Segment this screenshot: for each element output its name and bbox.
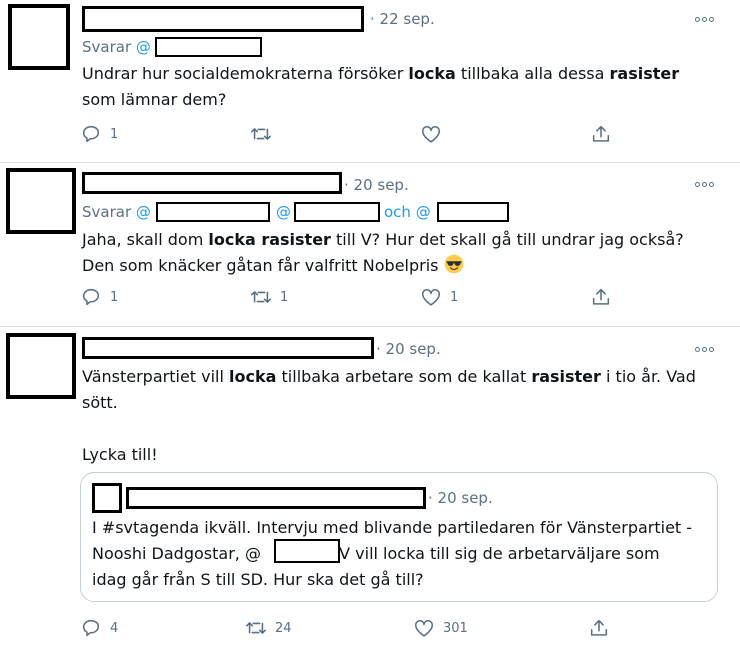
quoted-tweet-text: I #svtagenda ikväll. Intervju med blivan… <box>92 518 693 589</box>
reply-icon <box>82 125 100 143</box>
tweet-date[interactable]: · 20 sep. <box>376 340 441 358</box>
quoted-tweet-date[interactable]: · 20 sep. <box>428 489 493 507</box>
like-icon <box>414 619 434 637</box>
highlight-term: locka <box>408 64 456 83</box>
reply-handle[interactable]: och @ <box>384 203 431 221</box>
like-count: 1 <box>450 289 459 305</box>
share-button[interactable] <box>590 285 612 309</box>
reply-handle[interactable]: @ <box>276 203 291 221</box>
like-button[interactable]: 1 <box>420 285 458 309</box>
tweet-text: Jaha, skall dom locka rasister till V? H… <box>82 230 684 275</box>
like-button[interactable] <box>420 122 450 146</box>
share-icon <box>590 619 608 636</box>
more-options-icon[interactable] <box>695 15 717 23</box>
like-icon <box>421 288 441 306</box>
quoted-mention-redacted[interactable] <box>274 539 340 563</box>
quoted-author-redacted[interactable] <box>126 487 426 509</box>
replying-to-label: Svarar <box>82 38 132 56</box>
retweet-count: 24 <box>275 620 292 636</box>
like-count: 301 <box>443 620 468 636</box>
retweet-icon <box>251 128 271 140</box>
sunglasses-emoji-icon <box>444 254 463 274</box>
reply-handle[interactable]: @ <box>136 38 151 56</box>
retweet-icon <box>246 622 266 634</box>
reply-count: 1 <box>110 289 119 305</box>
highlight-term: locka rasister <box>208 230 331 249</box>
reply-count: 1 <box>110 126 119 142</box>
reply-button[interactable]: 1 <box>80 285 118 309</box>
tweet-actions: 1 <box>80 122 720 146</box>
reply-button[interactable]: 4 <box>80 616 118 640</box>
reply-handle-redacted[interactable] <box>294 202 380 222</box>
avatar-redacted[interactable] <box>8 4 70 70</box>
retweet-icon <box>251 291 271 303</box>
retweet-button[interactable]: 24 <box>245 616 292 640</box>
reply-count: 4 <box>110 620 119 636</box>
retweet-button[interactable]: 1 <box>250 285 288 309</box>
tweet-text: Vänsterpartiet vill locka tillbaka arbet… <box>82 367 696 464</box>
like-button[interactable]: 301 <box>413 616 468 640</box>
retweet-button[interactable] <box>250 122 280 146</box>
author-name-redacted[interactable] <box>82 172 342 194</box>
replying-to-label: Svarar <box>82 203 132 221</box>
author-name-redacted[interactable] <box>82 6 364 32</box>
like-icon <box>421 125 441 143</box>
highlight-term: rasister <box>531 367 601 386</box>
share-icon <box>592 288 610 305</box>
reply-handle-redacted[interactable] <box>156 202 270 222</box>
reply-handle-redacted[interactable] <box>437 202 509 222</box>
share-button[interactable] <box>590 122 612 146</box>
replying-to: Svarar @ <box>82 203 151 221</box>
share-icon <box>592 125 610 142</box>
tweet-actions: 1 1 1 <box>80 285 720 309</box>
reply-button[interactable]: 1 <box>80 122 118 146</box>
reply-handle[interactable]: @ <box>136 203 151 221</box>
quoted-avatar-redacted[interactable] <box>92 483 122 513</box>
share-button[interactable] <box>588 616 610 640</box>
reply-handle-redacted[interactable] <box>155 37 262 57</box>
avatar-redacted[interactable] <box>6 333 76 399</box>
more-options-icon[interactable] <box>695 180 717 188</box>
tweet-date[interactable]: · 20 sep. <box>344 176 409 194</box>
retweet-count: 1 <box>280 289 289 305</box>
tweet-date[interactable]: · 22 sep. <box>370 10 435 28</box>
replying-to: Svarar @ <box>82 38 151 56</box>
avatar-redacted[interactable] <box>6 168 76 234</box>
tweet-actions: 4 24 301 <box>80 616 720 640</box>
more-options-icon[interactable] <box>695 345 717 353</box>
reply-icon <box>82 619 100 637</box>
tweet-divider <box>0 326 740 327</box>
author-name-redacted[interactable] <box>82 337 374 359</box>
tweet-text: Undrar hur socialdemokraterna försöker l… <box>82 64 680 109</box>
highlight-term: locka <box>229 367 277 386</box>
tweet-1[interactable]: · 22 sep. Svarar @ Undrar hur socialdemo… <box>0 0 740 162</box>
tweet-2[interactable]: · 20 sep. Svarar @ @ och @ Jaha, skall d… <box>0 163 740 326</box>
reply-icon <box>82 288 100 306</box>
highlight-term: rasister <box>609 64 680 83</box>
